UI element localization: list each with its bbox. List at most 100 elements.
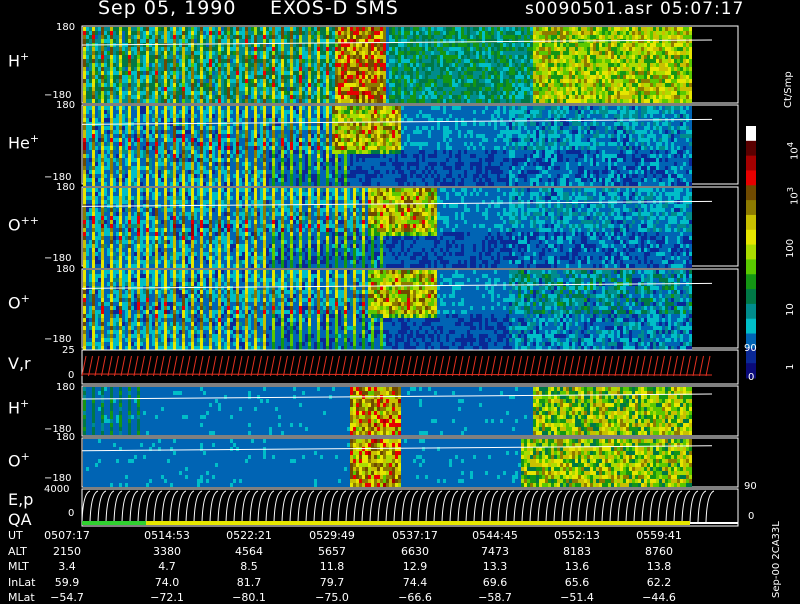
pixel: [359, 31, 362, 35]
pixel: [275, 87, 278, 91]
pixel: [152, 170, 155, 174]
pixel: [260, 47, 263, 51]
pixel: [614, 55, 617, 59]
pixel: [560, 55, 563, 59]
pixel: [485, 47, 488, 51]
pixel: [440, 43, 443, 47]
pixel: [413, 91, 416, 95]
pixel: [590, 47, 593, 51]
pixel: [479, 43, 482, 47]
pixel: [620, 35, 623, 39]
pixel: [185, 71, 188, 75]
pixel: [197, 166, 200, 170]
pixel: [269, 95, 272, 99]
pixel: [680, 79, 683, 83]
pixel: [218, 91, 221, 95]
pixel: [431, 87, 434, 91]
pixel: [233, 114, 236, 118]
pixel: [509, 59, 512, 63]
pixel: [227, 122, 230, 126]
pixel: [125, 91, 128, 95]
pixel: [191, 146, 194, 150]
pixel: [158, 138, 161, 142]
pixel: [164, 130, 167, 134]
pixel: [455, 35, 458, 39]
pixel: [185, 75, 188, 79]
pixel: [572, 95, 575, 99]
pixel: [428, 99, 431, 103]
pixel: [182, 154, 185, 158]
pixel: [92, 118, 95, 122]
pixel: [284, 63, 287, 67]
pixel: [188, 154, 191, 158]
pixel: [614, 63, 617, 67]
pixel: [527, 59, 530, 63]
pixel: [212, 150, 215, 154]
pixel: [413, 95, 416, 99]
pixel: [614, 95, 617, 99]
pixel: [425, 75, 428, 79]
pixel: [680, 67, 683, 71]
pixel: [401, 31, 404, 35]
pixel: [398, 55, 401, 59]
pixel: [140, 27, 143, 31]
pixel: [410, 63, 413, 67]
pixel: [371, 83, 374, 87]
pixel: [329, 31, 332, 35]
pixel: [137, 99, 140, 103]
pixel: [224, 91, 227, 95]
pixel: [659, 83, 662, 87]
pixel: [575, 43, 578, 47]
pixel: [179, 134, 182, 138]
pixel: [155, 158, 158, 162]
pixel: [359, 51, 362, 55]
pixel: [257, 35, 260, 39]
pixel: [86, 31, 89, 35]
pixel: [353, 63, 356, 67]
pixel: [635, 51, 638, 55]
pixel: [440, 79, 443, 83]
pixel: [389, 99, 392, 103]
pixel: [191, 110, 194, 114]
pixel: [584, 35, 587, 39]
pixel: [392, 95, 395, 99]
pixel: [167, 110, 170, 114]
pixel: [608, 87, 611, 91]
pixel: [191, 95, 194, 99]
pixel: [107, 178, 110, 182]
pixel: [158, 118, 161, 122]
pixel: [338, 67, 341, 71]
pixel: [185, 178, 188, 182]
pixel: [371, 31, 374, 35]
pixel: [257, 31, 260, 35]
pixel: [668, 75, 671, 79]
pixel: [503, 71, 506, 75]
pixel: [356, 87, 359, 91]
pixel: [542, 51, 545, 55]
pixel: [251, 158, 254, 162]
pixel: [566, 99, 569, 103]
pixel: [170, 138, 173, 142]
pixel: [323, 67, 326, 71]
pixel: [332, 99, 335, 103]
pixel: [386, 71, 389, 75]
pixel: [533, 43, 536, 47]
pixel: [641, 47, 644, 51]
pixel: [290, 67, 293, 71]
pixel: [575, 55, 578, 59]
pixel: [152, 166, 155, 170]
pixel: [656, 79, 659, 83]
pixel: [686, 51, 689, 55]
pixel: [491, 67, 494, 71]
pixel: [239, 75, 242, 79]
pixel: [356, 63, 359, 67]
pixel: [143, 99, 146, 103]
pixel: [362, 47, 365, 51]
pixel: [203, 59, 206, 63]
pixel: [188, 146, 191, 150]
pixel: [311, 59, 314, 63]
pixel: [623, 51, 626, 55]
pixel: [107, 158, 110, 162]
pixel: [158, 126, 161, 130]
pixel: [419, 91, 422, 95]
